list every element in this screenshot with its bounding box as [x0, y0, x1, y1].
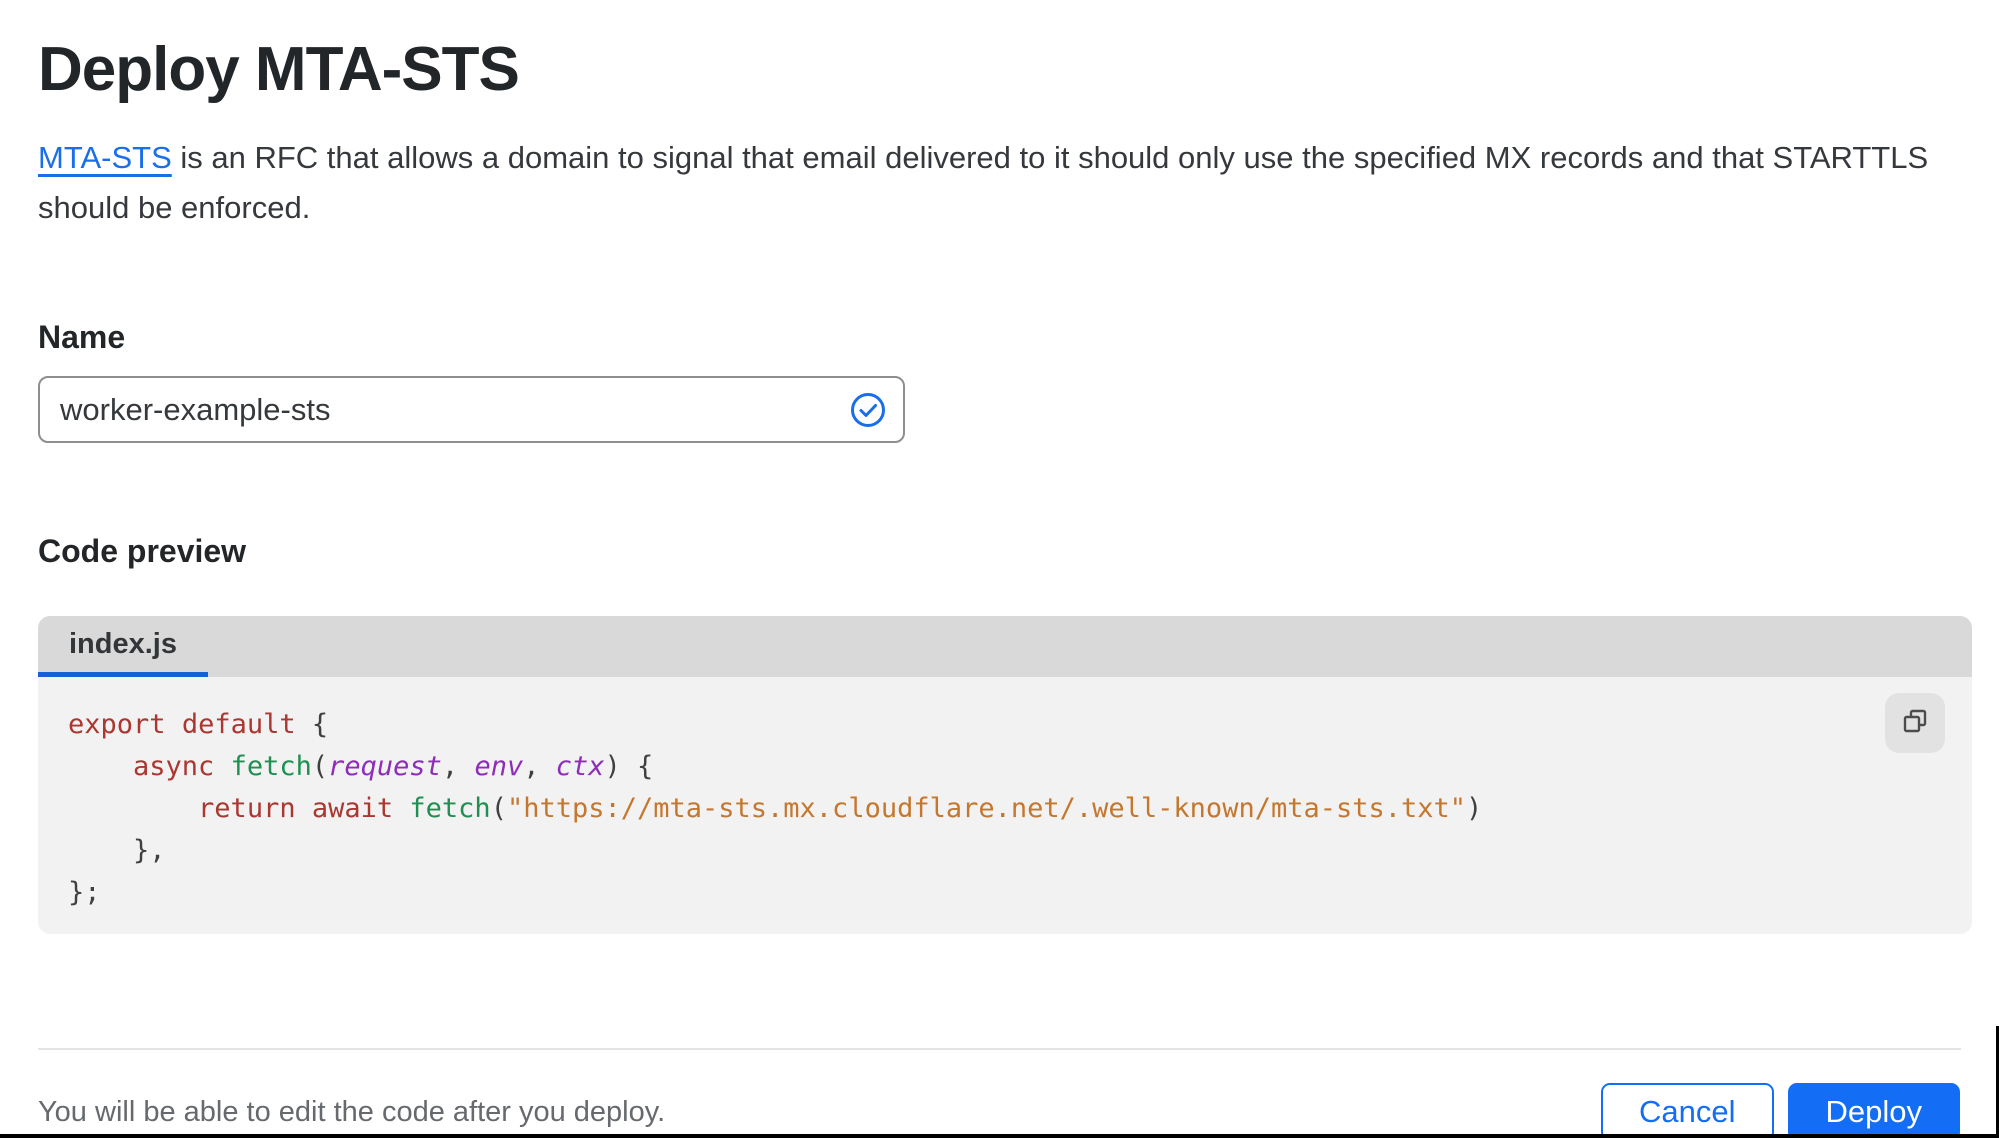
deploy-mta-sts-page: Deploy MTA-STS MTA-STS is an RFC that al… [0, 0, 1999, 1138]
cancel-button[interactable]: Cancel [1601, 1083, 1774, 1138]
description-body: is an RFC that allows a domain to signal… [38, 140, 1928, 225]
screenshot-border-bottom [0, 1134, 1999, 1138]
tab-index-js-label: index.js [69, 628, 177, 661]
mta-sts-link[interactable]: MTA-STS [38, 140, 172, 175]
tab-index-js[interactable]: index.js [38, 616, 208, 677]
name-input[interactable] [38, 376, 905, 443]
name-label: Name [38, 319, 1961, 356]
footer-bar: You will be able to edit the code after … [38, 1050, 1960, 1138]
footer-actions: Cancel Deploy [1601, 1083, 1960, 1138]
page-title: Deploy MTA-STS [38, 34, 1961, 105]
copy-icon [1901, 708, 1929, 739]
code-preview-label: Code preview [38, 533, 1961, 570]
name-input-wrap [38, 376, 905, 443]
copy-code-button[interactable] [1885, 693, 1945, 753]
check-circle-icon [849, 391, 887, 429]
description-text: MTA-STS is an RFC that allows a domain t… [38, 133, 1938, 233]
code-tab-bar: index.js [38, 616, 1972, 677]
code-editor-area: export default { async fetch(request, en… [38, 677, 1972, 934]
code-content: export default { async fetch(request, en… [38, 677, 1972, 914]
deploy-button[interactable]: Deploy [1788, 1083, 1961, 1138]
footer-note: You will be able to edit the code after … [38, 1096, 665, 1129]
code-preview-block: index.js export default { async fetch(re… [38, 616, 1972, 934]
